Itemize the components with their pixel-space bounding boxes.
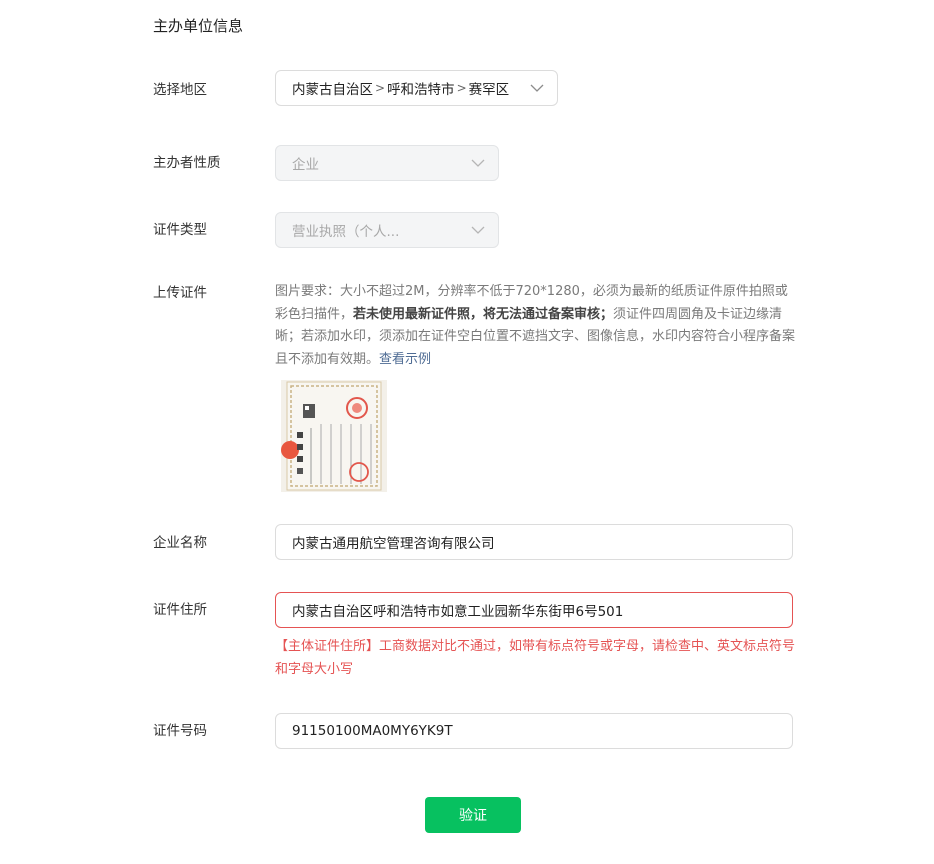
region-province: 内蒙古自治区 <box>292 82 373 98</box>
upload-cert-label: 上传证件 <box>153 285 207 301</box>
chevron-down-icon <box>471 226 485 234</box>
cert-number-label: 证件号码 <box>153 723 207 739</box>
verify-button[interactable]: 验证 <box>425 797 521 833</box>
organizer-type-label: 主办者性质 <box>153 155 221 171</box>
upload-hint: 图片要求：大小不超过2M，分辨率不低于720*1280，必须为最新的纸质证件原件… <box>275 281 798 371</box>
cert-number-value: 91150100MA0MY6YK9T <box>292 723 453 739</box>
business-license-thumbnail[interactable] <box>281 380 387 492</box>
upload-hint-warning: 若未使用最新证件照，将无法通过备案审核； <box>353 306 614 322</box>
company-name-label: 企业名称 <box>153 535 207 551</box>
cert-type-label: 证件类型 <box>153 222 207 238</box>
chevron-down-icon <box>530 84 544 92</box>
section-title: 主办单位信息 <box>153 17 244 35</box>
company-name-input[interactable]: 内蒙古通用航空管理咨询有限公司 <box>275 524 793 560</box>
cert-type-select: 营业执照（个人... <box>275 212 499 248</box>
organizer-type-select: 企业 <box>275 145 499 181</box>
region-selector[interactable]: 内蒙古自治区 > 呼和浩特市 > 赛罕区 <box>275 70 558 106</box>
cert-address-label: 证件住所 <box>153 602 207 618</box>
cert-address-input[interactable]: 内蒙古自治区呼和浩特市如意工业园新华东街甲6号501 <box>275 592 793 628</box>
company-name-value: 内蒙古通用航空管理咨询有限公司 <box>292 536 495 552</box>
cert-number-input[interactable]: 91150100MA0MY6YK9T <box>275 713 793 749</box>
region-city: 呼和浩特市 <box>387 82 455 98</box>
chevron-right-icon: > <box>456 81 467 95</box>
organizer-type-value: 企业 <box>292 157 319 173</box>
view-example-link[interactable]: 查看示例 <box>379 352 431 367</box>
region-label: 选择地区 <box>153 82 207 98</box>
chevron-down-icon <box>471 159 485 167</box>
cert-address-error: 【主体证件住所】工商数据对比不通过，如带有标点符号或字母，请检查中、英文标点符号… <box>275 639 796 677</box>
region-district: 赛罕区 <box>468 82 510 98</box>
cert-type-value: 营业执照（个人... <box>292 224 400 240</box>
cert-address-value: 内蒙古自治区呼和浩特市如意工业园新华东街甲6号501 <box>292 604 624 620</box>
chevron-right-icon: > <box>375 81 386 95</box>
